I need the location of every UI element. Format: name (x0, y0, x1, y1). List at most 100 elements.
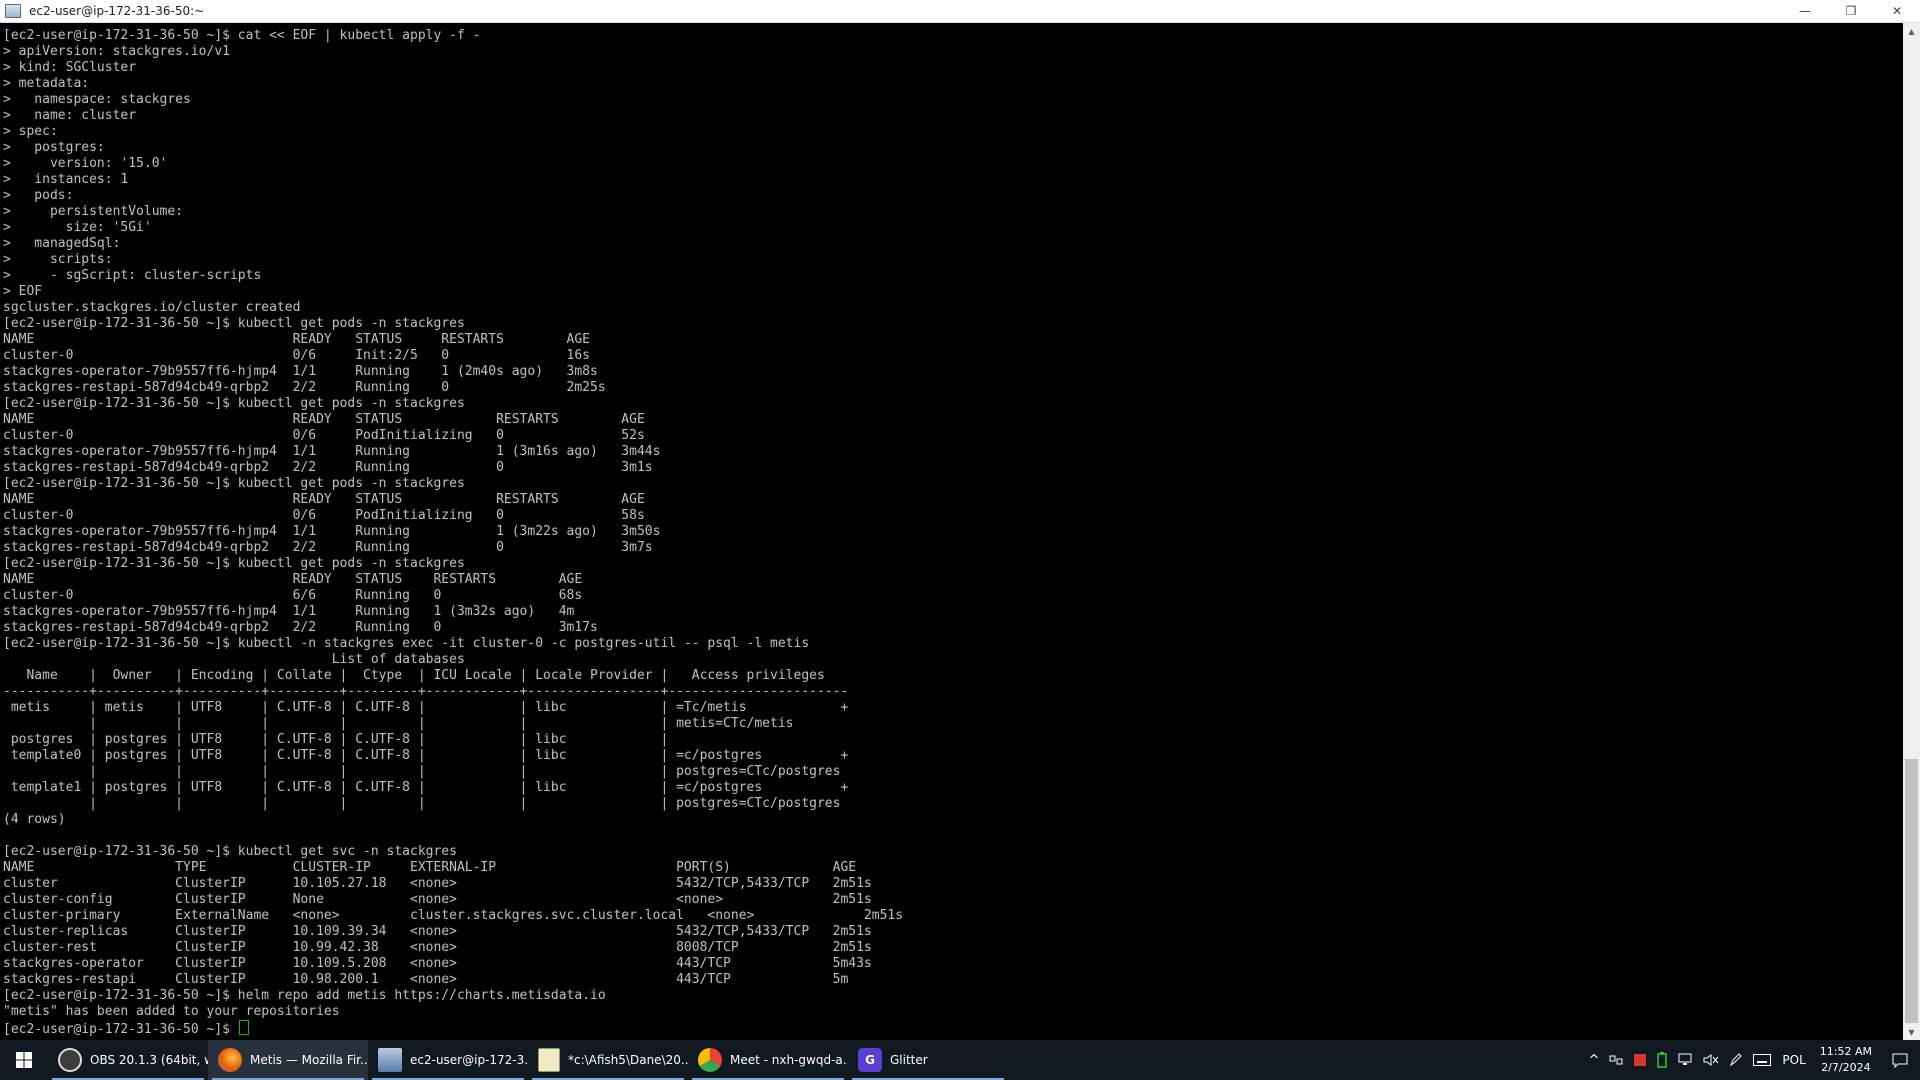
input-language-indicator[interactable]: POL (1782, 1053, 1805, 1067)
restore-button[interactable]: ❐ (1828, 0, 1874, 22)
terminal-line: > version: '15.0' (3, 156, 168, 171)
taskbar-item-notepad[interactable]: *c:\Afish5\Dane\20... (528, 1040, 688, 1080)
terminal-line: cluster-primary ExternalName <none> clus… (3, 908, 904, 923)
clock[interactable]: 11:52 AM 2/7/2024 (1820, 1044, 1872, 1076)
terminal-line: > spec: (3, 124, 58, 139)
terminal-line: -----------+----------+----------+------… (3, 684, 849, 699)
scroll-thumb[interactable] (1905, 759, 1918, 1023)
vertical-scrollbar[interactable]: ▲ ▼ (1903, 23, 1920, 1041)
window-title-bar[interactable]: ec2-user@ip-172-31-36-50:~ — ❐ ✕ (0, 0, 1920, 23)
terminal-line: postgres | postgres | UTF8 | C.UTF-8 | C… (3, 732, 669, 747)
terminal-line: cluster-0 6/6 Running 0 68s (3, 588, 583, 603)
keyboard-icon[interactable] (1753, 1054, 1772, 1066)
terminal-line: | | | | | | | postgres=CTc/postgres (3, 764, 841, 779)
taskbar-item-label: Meet - nxh-gwqd-a... (730, 1053, 848, 1067)
terminal-line: cluster-replicas ClusterIP 10.109.39.34 … (3, 924, 872, 939)
terminal-line: stackgres-restapi-587d94cb49-qrbp2 2/2 R… (3, 620, 598, 635)
security-shield-icon[interactable] (1633, 1053, 1647, 1067)
scroll-up-arrow[interactable]: ▲ (1903, 23, 1920, 40)
terminal-line: [ec2-user@ip-172-31-36-50 ~]$ kubectl ge… (3, 316, 465, 331)
taskbar-item-label: Glitter (890, 1053, 928, 1067)
terminal-line: [ec2-user@ip-172-31-36-50 ~]$ kubectl ge… (3, 396, 465, 411)
putty-icon (378, 1048, 402, 1072)
terminal-line: > name: cluster (3, 108, 137, 123)
terminal-line: | | | | | | | metis=CTc/metis (3, 716, 794, 731)
taskbar-item-putty[interactable]: ec2-user@ip-172-3... (368, 1040, 528, 1080)
terminal-line: [ec2-user@ip-172-31-36-50 ~]$ kubectl -n… (3, 636, 810, 651)
show-hidden-icons-chevron-icon[interactable]: ^ (1589, 1053, 1600, 1068)
terminal-line: List of databases (3, 652, 465, 667)
terminal-line: NAME READY STATUS RESTARTS AGE (3, 412, 645, 427)
network-share-icon[interactable] (1609, 1053, 1623, 1067)
terminal-line: stackgres-restapi-587d94cb49-qrbp2 2/2 R… (3, 540, 653, 555)
windows-logo-icon (16, 1052, 32, 1068)
terminal-line: > managedSql: (3, 236, 121, 251)
taskbar: OBS 20.1.3 (64bit, w... Metis — Mozilla … (0, 1040, 1920, 1080)
window-title: ec2-user@ip-172-31-36-50:~ (29, 4, 205, 18)
terminal-line: > postgres: (3, 140, 105, 155)
window-controls: — ❐ ✕ (1782, 0, 1920, 22)
terminal-line: NAME TYPE CLUSTER-IP EXTERNAL-IP PORT(S)… (3, 860, 857, 875)
terminal-line: [ec2-user@ip-172-31-36-50 ~]$ cat << EOF… (3, 28, 481, 43)
terminal-line: NAME READY STATUS RESTARTS AGE (3, 332, 590, 347)
terminal-area[interactable]: [ec2-user@ip-172-31-36-50 ~]$ cat << EOF… (0, 23, 1902, 1041)
terminal-line: > size: '5Gi' (3, 220, 152, 235)
terminal-line: > kind: SGCluster (3, 60, 137, 75)
start-button[interactable] (0, 1040, 48, 1080)
taskbar-item-label: *c:\Afish5\Dane\20... (568, 1053, 688, 1067)
taskbar-item-firefox[interactable]: Metis — Mozilla Fir... (208, 1040, 368, 1080)
terminal-line: > namespace: stackgres (3, 92, 191, 107)
taskbar-item-glitter[interactable]: G Glitter (848, 1040, 1008, 1080)
terminal-line: NAME READY STATUS RESTARTS AGE (3, 572, 583, 587)
terminal-line: > scripts: (3, 252, 113, 267)
pen-ink-icon[interactable] (1729, 1053, 1743, 1067)
scroll-down-arrow[interactable]: ▼ (1903, 1024, 1920, 1041)
notification-center-button[interactable] (1880, 1040, 1920, 1080)
terminal-line: cluster-0 0/6 Init:2/5 0 16s (3, 348, 590, 363)
terminal-line: (4 rows) (3, 812, 66, 827)
terminal-line: sgcluster.stackgres.io/cluster created (3, 300, 301, 315)
terminal-line: stackgres-restapi ClusterIP 10.98.200.1 … (3, 972, 849, 987)
terminal-line: NAME READY STATUS RESTARTS AGE (3, 492, 645, 507)
terminal-line: template0 | postgres | UTF8 | C.UTF-8 | … (3, 748, 849, 763)
taskbar-item-obs[interactable]: OBS 20.1.3 (64bit, w... (48, 1040, 208, 1080)
terminal-app-icon[interactable] (5, 4, 21, 18)
terminal-line: cluster ClusterIP 10.105.27.18 <none> 54… (3, 876, 872, 891)
glitter-icon: G (858, 1048, 882, 1072)
notepad-icon (538, 1048, 560, 1072)
terminal-line: stackgres-restapi-587d94cb49-qrbp2 2/2 R… (3, 460, 653, 475)
terminal-line: > instances: 1 (3, 172, 129, 187)
battery-status-icon[interactable] (1657, 1052, 1668, 1068)
taskbar-item-label: Metis — Mozilla Fir... (250, 1053, 368, 1067)
clock-time: 11:52 AM (1819, 1045, 1872, 1058)
notification-icon (1892, 1053, 1908, 1068)
terminal-line: > EOF (3, 284, 43, 299)
taskbar-item-chrome-meet[interactable]: Meet - nxh-gwqd-a... (688, 1040, 848, 1080)
chrome-icon (698, 1048, 722, 1072)
terminal-line: cluster-rest ClusterIP 10.99.42.38 <none… (3, 940, 872, 955)
system-tray: ^ POL 11:52 AM 2/7/2024 (1584, 1040, 1920, 1080)
terminal-line: > - sgScript: cluster-scripts (3, 268, 262, 283)
speaker-muted-icon[interactable] (1703, 1053, 1719, 1067)
network-icon[interactable] (1677, 1053, 1693, 1067)
terminal-prompt-line: [ec2-user@ip-172-31-36-50 ~]$ (3, 1020, 903, 1037)
terminal-prompt: [ec2-user@ip-172-31-36-50 ~]$ (3, 1022, 238, 1037)
terminal-cursor (238, 1020, 249, 1035)
terminal-line: Name | Owner | Encoding | Collate | Ctyp… (3, 668, 825, 683)
terminal-line: [ec2-user@ip-172-31-36-50 ~]$ kubectl ge… (3, 844, 457, 859)
clock-date: 2/7/2024 (1821, 1061, 1871, 1074)
close-button[interactable]: ✕ (1874, 0, 1920, 22)
terminal-line: cluster-0 0/6 PodInitializing 0 58s (3, 508, 645, 523)
terminal-line: cluster-config ClusterIP None <none> <no… (3, 892, 872, 907)
terminal-line: stackgres-operator ClusterIP 10.109.5.20… (3, 956, 872, 971)
terminal-line: stackgres-operator-79b9557ff6-hjmp4 1/1 … (3, 444, 661, 459)
terminal-line: > apiVersion: stackgres.io/v1 (3, 44, 230, 59)
taskbar-item-label: ec2-user@ip-172-3... (410, 1053, 528, 1067)
minimize-button[interactable]: — (1782, 0, 1828, 22)
terminal-line: > metadata: (3, 76, 90, 91)
terminal-line: [ec2-user@ip-172-31-36-50 ~]$ kubectl ge… (3, 556, 465, 571)
firefox-icon (218, 1048, 242, 1072)
terminal-line: [ec2-user@ip-172-31-36-50 ~]$ kubectl ge… (3, 476, 465, 491)
terminal-line: > persistentVolume: (3, 204, 184, 219)
